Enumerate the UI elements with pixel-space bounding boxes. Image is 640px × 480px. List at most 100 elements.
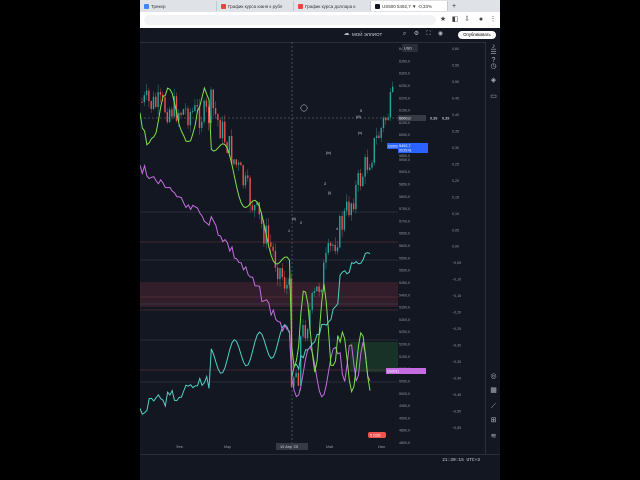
- star-icon[interactable]: ★: [438, 15, 448, 25]
- candle-body: [233, 159, 235, 165]
- tab-title: График курса юаня к рубл: [228, 3, 283, 9]
- indicator-tick: −0,35: [452, 360, 461, 364]
- candle-body: [148, 90, 150, 102]
- wave-label: (iii): [356, 115, 361, 119]
- help-icon[interactable]: ?: [489, 56, 498, 65]
- clock-readout: 21:30:15 UTC+3: [442, 458, 480, 463]
- indicator-tick: 0,45: [452, 96, 459, 100]
- price-tick: 5350,0: [399, 306, 410, 310]
- publish-button[interactable]: Опубликовать: [458, 31, 496, 39]
- candle-body: [157, 92, 159, 107]
- price-tick: 4900,0: [399, 416, 410, 420]
- favicon-icon: [375, 3, 380, 9]
- browser-tab-3[interactable]: US500 5492,7 ▼ -0,33%: [371, 1, 448, 11]
- indicator-tick: 0,40: [452, 113, 459, 117]
- candle-body: [334, 244, 336, 252]
- candle-body: [198, 106, 201, 128]
- candle-body: [378, 135, 380, 139]
- candle-body: [364, 157, 366, 177]
- candle-body: [297, 372, 300, 386]
- candle-body: [145, 90, 148, 96]
- candle-body: [302, 324, 304, 337]
- candle-body: [150, 101, 152, 109]
- candle-body: [187, 108, 189, 126]
- marker-label: US0011: [387, 370, 399, 374]
- candle-body: [224, 121, 226, 143]
- candle-body: [295, 372, 297, 378]
- candle-body: [272, 246, 274, 251]
- crosshair-date: 10 Апр '25: [280, 445, 298, 449]
- candle-body: [380, 128, 382, 139]
- broadcast-icon[interactable]: ≋: [489, 432, 498, 441]
- secondary-price: 5850,0: [399, 154, 410, 158]
- candle-body: [180, 112, 182, 115]
- price-tick: 5650,0: [399, 232, 410, 236]
- cursor-crosshair-icon: [300, 104, 308, 112]
- price-tick: 5850,0: [399, 182, 410, 186]
- wave-label: (iv): [326, 151, 331, 155]
- settings-icon[interactable]: ⚙: [412, 30, 421, 39]
- candle-body: [286, 284, 288, 289]
- candle-body: [389, 92, 392, 118]
- indicator-tick: 0,35: [452, 129, 459, 133]
- candle-body: [155, 96, 157, 107]
- candle-body: [350, 203, 352, 216]
- browser-tab-1[interactable]: График курса юаня к рубл: [217, 1, 294, 11]
- ruler-icon[interactable]: ⟋: [489, 402, 498, 411]
- indicator-tick: 0,60: [452, 47, 459, 51]
- candle-body: [366, 157, 369, 170]
- candle-body: [171, 109, 173, 117]
- target-icon[interactable]: ◎: [489, 372, 498, 381]
- indicator-line-green: [140, 86, 371, 394]
- profile-icon[interactable]: ●: [476, 15, 486, 25]
- tab-title: US500 5492,7 ▼ -0,33%: [382, 3, 432, 9]
- candle-body: [274, 250, 277, 268]
- calendar-icon[interactable]: ▦: [489, 386, 498, 395]
- indicator-tick: −0,25: [452, 327, 461, 331]
- candle-body: [316, 286, 318, 292]
- candle-body: [240, 162, 242, 166]
- price-tick: 5450,0: [399, 281, 410, 285]
- candle-body: [311, 292, 313, 310]
- grid-icon[interactable]: ⊞: [489, 416, 498, 425]
- price-tick: 5150,0: [399, 355, 410, 359]
- price-tick: 4850,0: [399, 429, 410, 433]
- indicator-tick: −0,45: [452, 393, 461, 397]
- candle-body: [327, 242, 329, 253]
- indicator-tick: 0,30: [452, 146, 459, 150]
- crosshair-value-2: 0,39: [442, 117, 449, 121]
- indicator-tick: 0,00: [452, 245, 459, 249]
- indicator-tick: 0,20: [452, 179, 459, 183]
- layers-icon[interactable]: ◈: [489, 76, 498, 85]
- url-field[interactable]: [144, 15, 436, 25]
- candle-body: [304, 324, 306, 339]
- search-icon[interactable]: ⌕: [400, 30, 409, 39]
- extensions-icon[interactable]: ◧: [450, 15, 460, 25]
- candle-body: [159, 92, 162, 95]
- wave-label: 1: [288, 229, 290, 233]
- browser-tab-0[interactable]: Трекер: [140, 1, 217, 11]
- candle-body: [244, 175, 247, 186]
- indicator-tick: 0,10: [452, 212, 459, 216]
- browser-tab-2[interactable]: График курса доллара к: [294, 1, 371, 11]
- candle-body: [277, 267, 279, 280]
- layout-name[interactable]: МОЙ ЭЛЛИОТ: [352, 30, 382, 39]
- menu-icon[interactable]: ⋮: [488, 15, 498, 25]
- candle-body: [359, 173, 362, 187]
- candle-body: [217, 114, 219, 121]
- candle-body: [373, 137, 375, 163]
- price-tick: 6350,0: [399, 59, 410, 63]
- fullscreen-icon[interactable]: ⛶: [424, 30, 433, 39]
- download-icon[interactable]: ⇩: [462, 15, 472, 25]
- candle-body: [306, 329, 309, 339]
- price-chart[interactable]: 6400,06350,06300,06250,06200,06150,06100…: [140, 42, 485, 454]
- camera-icon[interactable]: ◉: [436, 30, 445, 39]
- cloud-icon[interactable]: ☁: [342, 30, 351, 39]
- bell-icon[interactable]: ♪: [489, 42, 498, 51]
- candle-body: [235, 159, 237, 165]
- symbol-tag-text: US500: [388, 145, 398, 149]
- new-tab-button[interactable]: +: [448, 3, 460, 10]
- wave-label: 3: [324, 182, 326, 186]
- chat-icon[interactable]: ▭: [489, 92, 498, 101]
- chart-area[interactable]: 6400,06350,06300,06250,06200,06150,06100…: [140, 42, 485, 454]
